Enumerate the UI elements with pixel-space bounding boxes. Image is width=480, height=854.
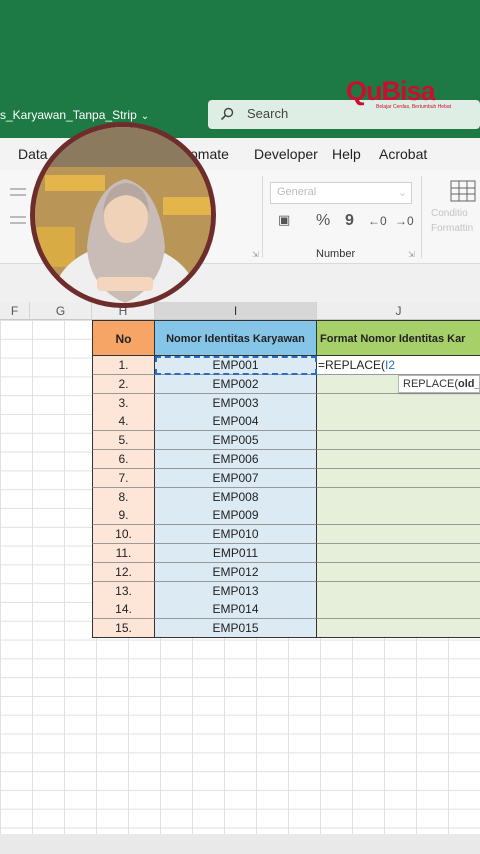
- workbook-name[interactable]: s_Karyawan_Tanpa_Strip ⌄: [0, 108, 149, 122]
- employee-id-cell[interactable]: EMP003: [155, 393, 317, 413]
- formatted-id-cell[interactable]: [317, 431, 480, 451]
- search-label: Search: [247, 106, 289, 121]
- conditional-formatting-label[interactable]: Conditio Formattin: [431, 206, 473, 236]
- alignment-launcher-icon[interactable]: ⇲: [252, 250, 259, 259]
- row-number-cell[interactable]: 8.: [92, 487, 155, 507]
- employee-id-cell[interactable]: EMP007: [155, 468, 317, 488]
- align-icon[interactable]: [10, 188, 26, 190]
- formatted-id-cell[interactable]: [317, 525, 480, 545]
- number-launcher-icon[interactable]: ⇲: [408, 250, 415, 259]
- indent-icon-line: [10, 222, 26, 224]
- formatted-id-cell[interactable]: [317, 581, 480, 601]
- employee-id-cell[interactable]: EMP015: [155, 619, 317, 639]
- row-number-cell[interactable]: 5.: [92, 431, 155, 451]
- brand-logo: QuBisa Belajar Cerdas, Bertumbuh Hebat: [346, 76, 466, 112]
- tab-developer[interactable]: Developer: [254, 146, 318, 162]
- row-number-cell[interactable]: 4.: [92, 412, 155, 432]
- accounting-format-icon[interactable]: ▣: [278, 212, 290, 228]
- employee-id-cell[interactable]: EMP012: [155, 562, 317, 582]
- formatted-id-cell[interactable]: [317, 600, 480, 620]
- formatted-id-cell[interactable]: [317, 562, 480, 582]
- tooltip-argument: old_t: [458, 378, 479, 390]
- increase-decimal-icon[interactable]: ←0: [368, 214, 387, 228]
- comma-style-icon[interactable]: 9: [345, 212, 354, 230]
- row-number-cell[interactable]: 12.: [92, 562, 155, 582]
- presenter-video-icon: [35, 127, 211, 303]
- formatted-id-cell[interactable]: [317, 468, 480, 488]
- formatted-id-cell[interactable]: [317, 412, 480, 432]
- formatted-id-cell[interactable]: [317, 506, 480, 526]
- number-format-value: General: [277, 186, 317, 198]
- ribbon-divider: [262, 176, 263, 258]
- employee-id-cell[interactable]: EMP010: [155, 525, 317, 545]
- tooltip-function: REPLACE(: [403, 378, 459, 390]
- header-formatted-id[interactable]: Format Nomor Identitas Kar: [317, 320, 480, 356]
- formatted-id-cell[interactable]: [317, 393, 480, 413]
- row-number-cell[interactable]: 6.: [92, 450, 155, 469]
- brand-name: QuBisa: [346, 76, 436, 106]
- column-header-j[interactable]: J: [317, 302, 480, 320]
- employee-id-cell[interactable]: EMP006: [155, 450, 317, 469]
- row-number-cell[interactable]: 10.: [92, 525, 155, 545]
- employee-id-cell[interactable]: EMP009: [155, 506, 317, 526]
- decrease-decimal-icon[interactable]: →0: [395, 214, 414, 228]
- title-bar: s_Karyawan_Tanpa_Strip ⌄ Search QuBisa Be…: [0, 0, 480, 138]
- formula-text: =REPLACE(: [318, 358, 386, 372]
- formatted-id-cell[interactable]: [317, 544, 480, 563]
- row-number-cell[interactable]: 11.: [92, 544, 155, 563]
- number-format-select[interactable]: General ⌄: [270, 182, 412, 204]
- align-icon-line: [10, 194, 26, 196]
- column-header-g[interactable]: G: [30, 302, 92, 320]
- brand-tagline: Belajar Cerdas, Bertumbuh Hebat: [376, 104, 452, 110]
- row-number-cell[interactable]: 15.: [92, 619, 155, 639]
- row-number-cell[interactable]: 7.: [92, 468, 155, 488]
- employee-id-cell[interactable]: EMP008: [155, 487, 317, 507]
- row-number-cell[interactable]: 2.: [92, 374, 155, 394]
- employee-id-cell[interactable]: EMP014: [155, 600, 317, 620]
- row-number-cell[interactable]: 13.: [92, 581, 155, 601]
- formatted-id-cell[interactable]: [317, 450, 480, 469]
- tab-data[interactable]: Data: [18, 146, 48, 162]
- header-no[interactable]: No: [92, 320, 155, 356]
- employee-id-cell[interactable]: EMP011: [155, 544, 317, 563]
- column-header-i[interactable]: I: [155, 302, 317, 320]
- column-header-f[interactable]: F: [0, 302, 30, 320]
- employee-id-cell[interactable]: EMP004: [155, 412, 317, 432]
- copy-selection-marquee: [155, 356, 317, 375]
- employee-id-cell[interactable]: EMP013: [155, 581, 317, 601]
- row-number-cell[interactable]: 14.: [92, 600, 155, 620]
- sheet-tabs-bar: [0, 834, 480, 854]
- function-tooltip[interactable]: REPLACE(old_t: [398, 375, 480, 393]
- conditional-formatting-icon[interactable]: [450, 180, 476, 202]
- presenter-video: [30, 122, 216, 308]
- formatted-id-cell[interactable]: [317, 619, 480, 639]
- ribbon-divider: [421, 176, 422, 258]
- row-number-cell[interactable]: 9.: [92, 506, 155, 526]
- employee-id-cell[interactable]: EMP005: [155, 431, 317, 451]
- indent-icon[interactable]: [10, 216, 26, 218]
- tab-acrobat[interactable]: Acrobat: [379, 146, 427, 162]
- percent-style-icon[interactable]: %: [316, 212, 330, 230]
- formatted-id-cell[interactable]: [317, 487, 480, 507]
- chevron-down-icon: ⌄: [397, 187, 407, 199]
- workbook-name-label: s_Karyawan_Tanpa_Strip: [0, 108, 137, 122]
- formula-cell[interactable]: =REPLACE(I2: [317, 356, 480, 375]
- conditional-formatting-line2: Formattin: [431, 223, 474, 234]
- formula-reference: I2: [385, 358, 396, 372]
- chevron-down-icon: ⌄: [140, 111, 150, 122]
- header-employee-id[interactable]: Nomor Identitas Karyawan: [155, 320, 317, 356]
- tab-help[interactable]: Help: [332, 146, 361, 162]
- row-number-cell[interactable]: 3.: [92, 393, 155, 413]
- employee-id-cell[interactable]: EMP002: [155, 374, 317, 394]
- conditional-formatting-line1: Conditio: [431, 208, 468, 219]
- search-icon: [220, 107, 234, 121]
- number-group-label: Number: [316, 248, 356, 260]
- row-number-cell[interactable]: 1.: [92, 356, 155, 375]
